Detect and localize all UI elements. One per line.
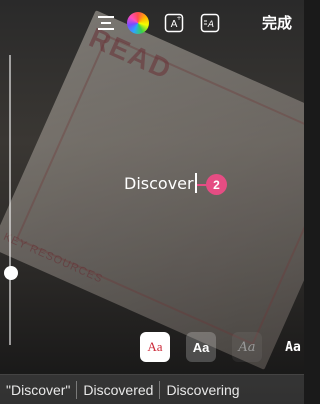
font-option-typewriter[interactable]: Aa — [278, 332, 304, 362]
story-editor-screen: READ KEY RESOURCES A + A 完成 Discover 2 A… — [0, 0, 304, 404]
done-button[interactable]: 完成 — [262, 12, 292, 33]
font-option-classic[interactable]: Aa — [140, 332, 170, 362]
suggestion-item[interactable]: Discovered — [77, 382, 159, 398]
text-style-icon[interactable]: A + — [163, 12, 185, 34]
svg-text:+: + — [176, 15, 181, 22]
align-center-icon[interactable] — [95, 12, 117, 34]
keyboard-suggestion-bar: "Discover" Discovered Discovering — [0, 374, 304, 404]
slider-knob[interactable] — [4, 266, 18, 280]
font-option-bold[interactable]: Aa — [186, 332, 216, 362]
suggestion-item[interactable]: Discovering — [160, 382, 245, 398]
text-toolbar: A + A 完成 — [0, 0, 304, 50]
step-callout-badge: 2 — [206, 174, 227, 195]
color-wheel-icon[interactable] — [127, 12, 149, 34]
svg-text:A: A — [207, 20, 214, 30]
font-option-script[interactable]: Aa — [232, 332, 262, 362]
suggestion-item[interactable]: "Discover" — [0, 382, 76, 398]
color-wheel — [127, 12, 149, 34]
text-cursor — [195, 173, 197, 193]
font-picker: Aa Aa Aa Aa — [140, 332, 304, 362]
text-animate-icon[interactable]: A — [199, 12, 221, 34]
story-text-input[interactable]: Discover — [124, 174, 194, 193]
text-size-slider[interactable] — [4, 55, 18, 345]
